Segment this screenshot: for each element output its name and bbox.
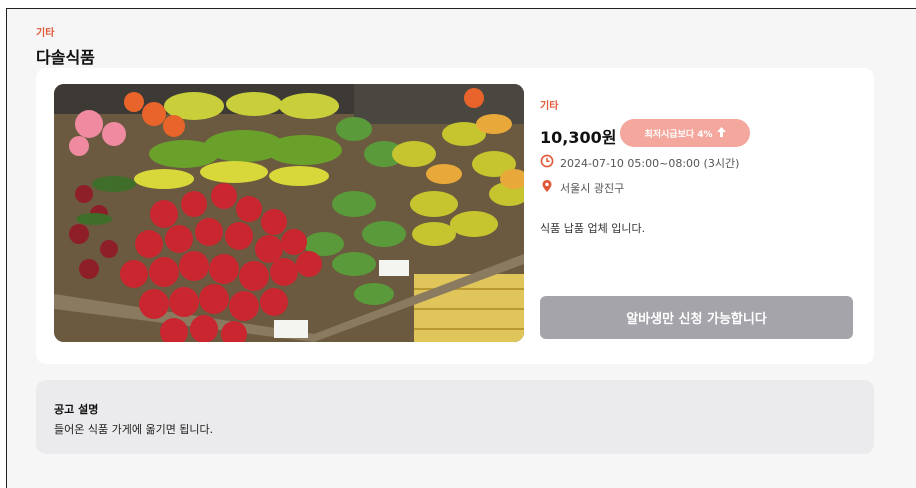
hourly-wage: 10,300원	[540, 128, 617, 147]
wage-comparison-badge: 최저시급보다 4%	[620, 119, 750, 147]
page-title: 다솔식품	[36, 48, 95, 67]
posting-body: 들어온 식품 가게에 옮기면 됩니다.	[54, 423, 214, 436]
short-description: 식품 납품 업체 입니다.	[540, 222, 646, 235]
work-schedule: 2024-07-10 05:00~08:00 (3시간)	[540, 154, 739, 171]
wage-comparison-label: 최저시급보다 4%	[644, 129, 713, 140]
apply-button[interactable]: 알바생만 신청 가능합니다	[540, 296, 853, 339]
posting-description-section: 공고 설명 들어온 식품 가게에 옮기면 됩니다.	[36, 380, 874, 454]
job-card: 기타 10,300원 최저시급보다 4% 2024-07-10 05:00~08…	[36, 68, 874, 364]
job-info: 기타 10,300원 최저시급보다 4% 2024-07-10 05:00~08…	[540, 68, 860, 364]
clock-icon	[540, 154, 554, 171]
page-category: 기타	[36, 28, 55, 39]
map-pin-icon	[540, 179, 554, 196]
work-location: 서울시 광진구	[540, 179, 624, 196]
posting-section-title: 공고 설명	[54, 403, 99, 416]
job-photo	[54, 84, 524, 342]
arrow-up-icon	[716, 126, 726, 140]
job-category: 기타	[540, 101, 559, 112]
schedule-text: 2024-07-10 05:00~08:00 (3시간)	[560, 156, 740, 170]
location-text: 서울시 광진구	[560, 181, 625, 195]
